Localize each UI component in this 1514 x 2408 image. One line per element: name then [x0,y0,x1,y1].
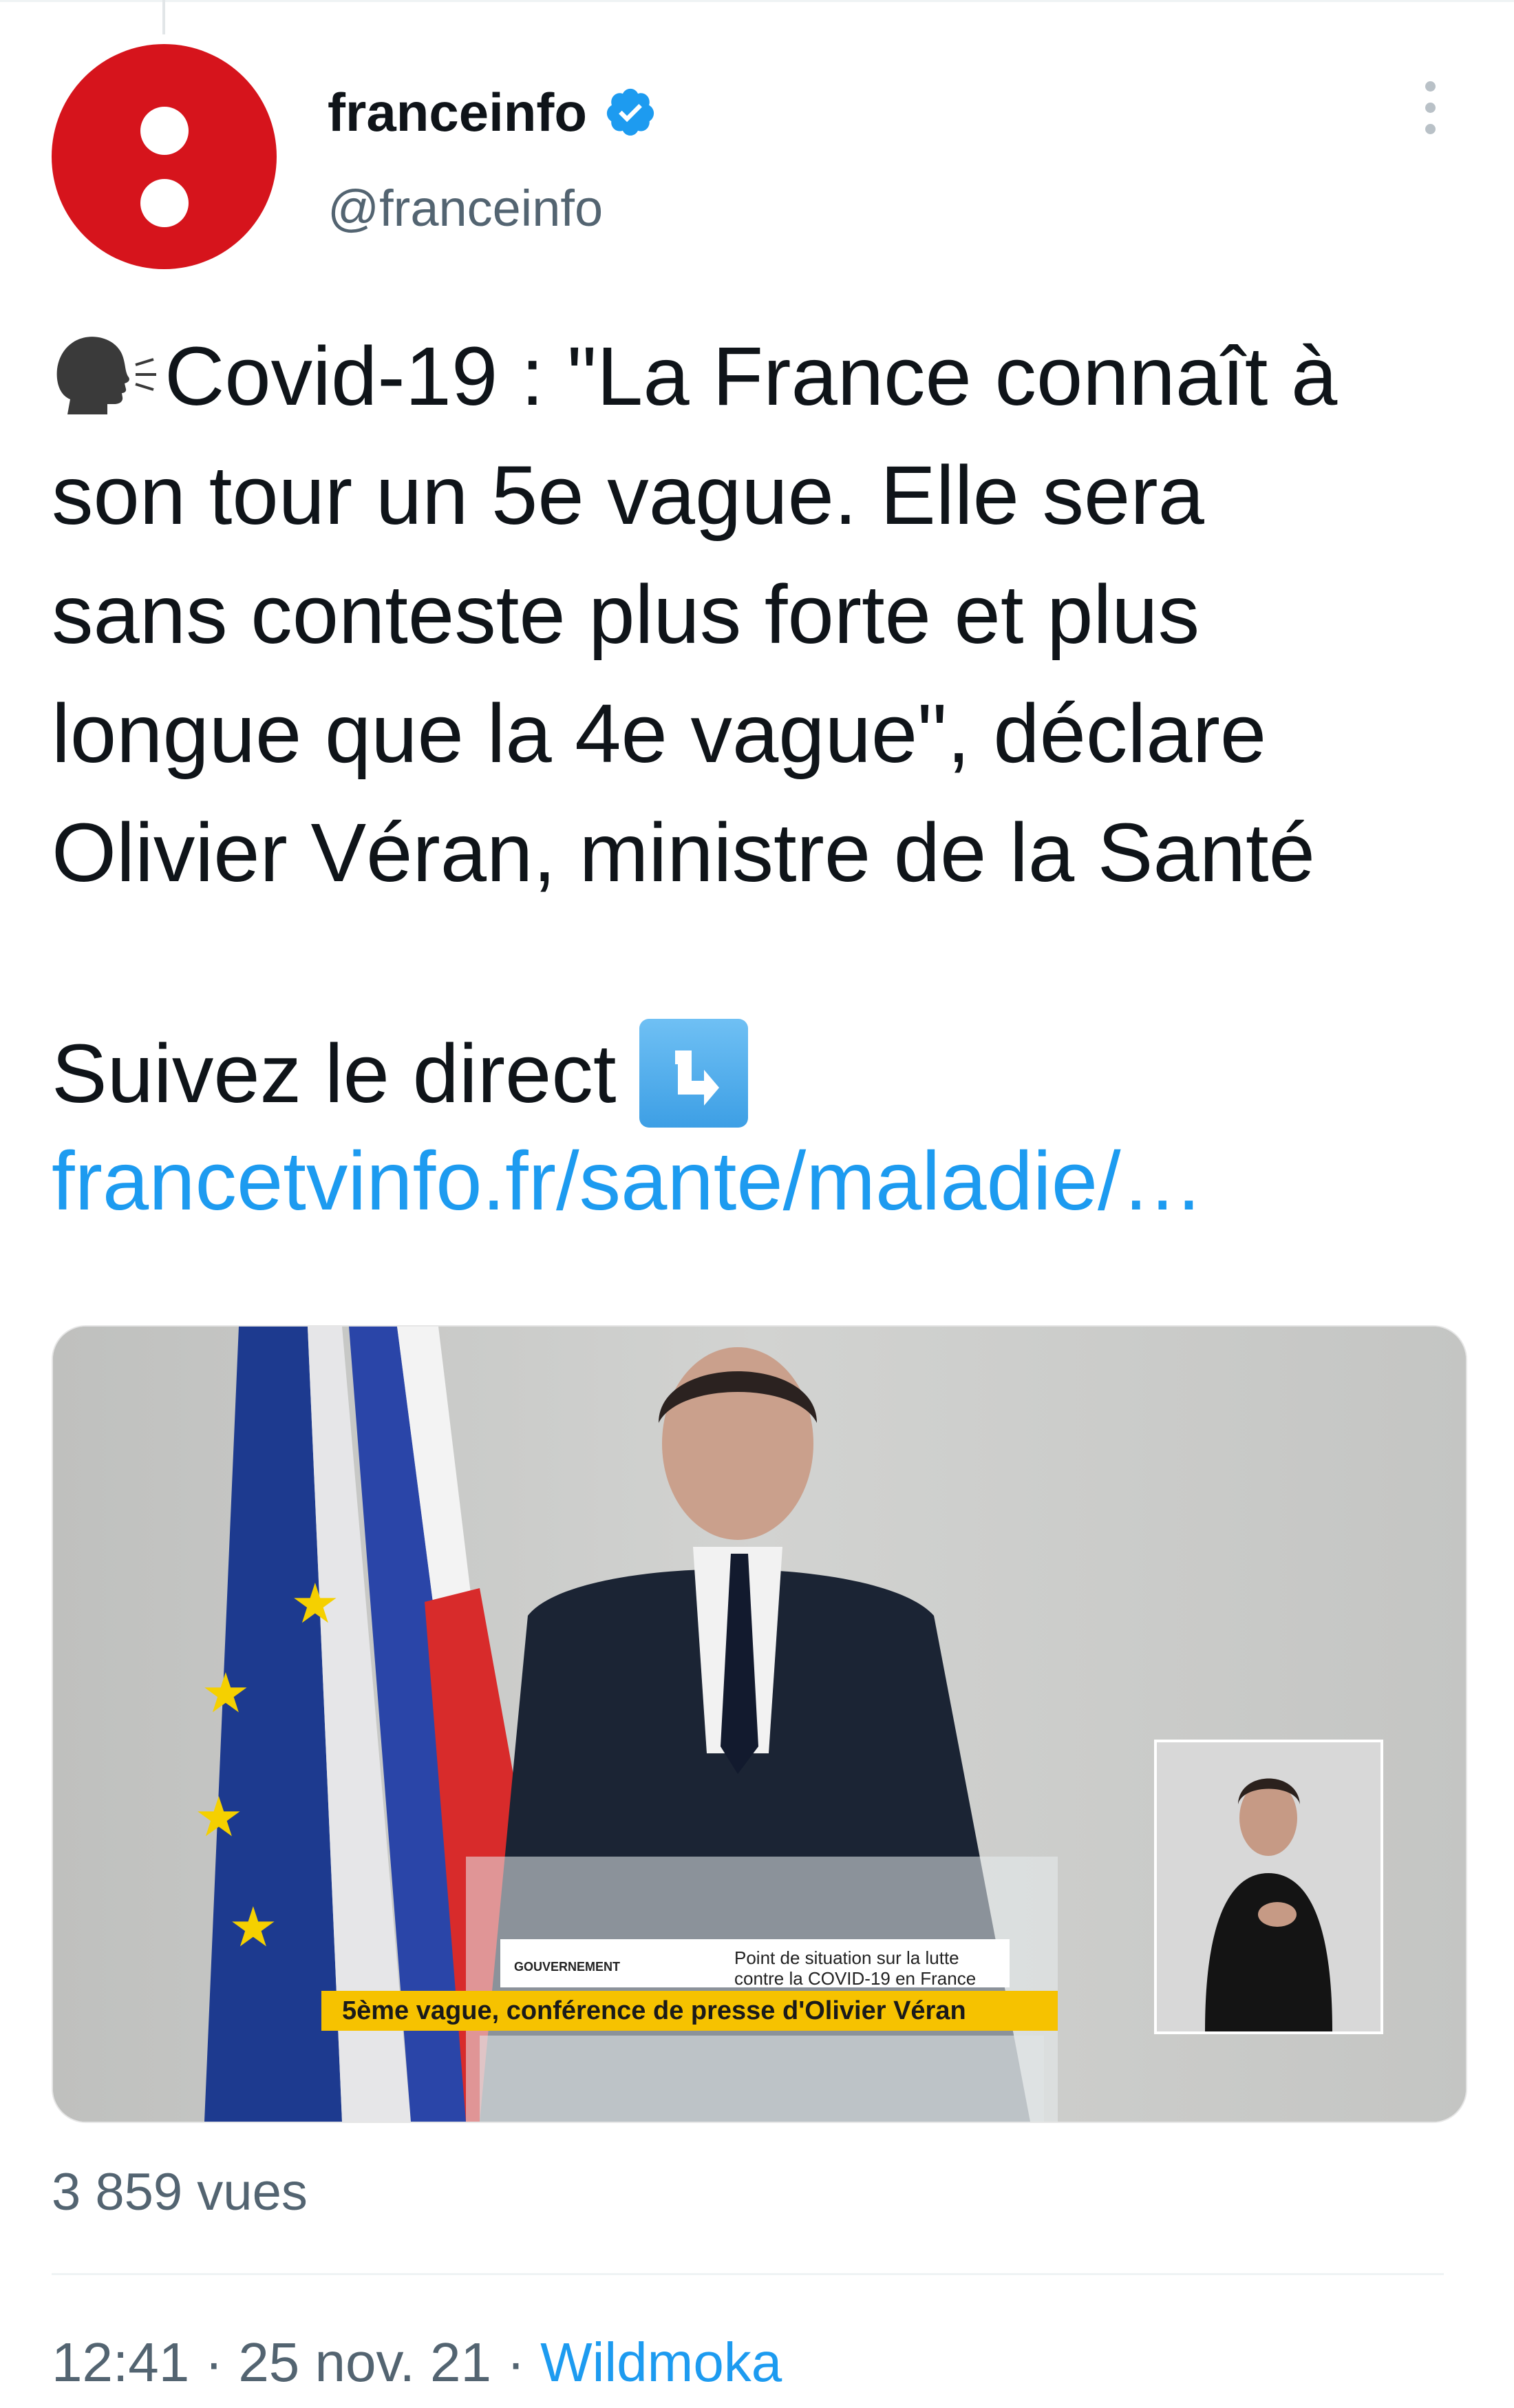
author-name-text[interactable]: franceinfo [328,81,587,143]
tweet-time[interactable]: 12:41 [52,2332,189,2393]
stats-divider [52,2273,1444,2275]
tweet-meta: 12:41 · 25 nov. 21 · Wildmoka [52,2328,782,2397]
avatar-dot-top [140,107,189,155]
author-name[interactable]: franceinfo [328,81,657,143]
tweet-body: Covid-19 : "La France connaît à son tour… [52,329,1338,899]
svg-text:★: ★ [228,1895,278,1959]
verified-badge-icon [606,88,654,136]
article-link[interactable]: francetvinfo.fr/sante/maladie/… [52,1129,1204,1232]
view-count: 3 859 vues [52,2163,308,2221]
speaking-head-icon [56,337,156,414]
avatar[interactable] [52,44,277,269]
government-label: GOUVERNEMENT [514,1960,621,1974]
video-thumbnail[interactable]: ★ ★ ★ ★ GOUVERNEMENT Point de situation … [52,1325,1467,2123]
avatar-dot-bottom [140,179,189,227]
sign-language-interpreter-inset [1154,1740,1383,2034]
tweet-text: Covid-19 : "La France connaît à son tour… [52,317,1483,912]
svg-text:★: ★ [194,1785,244,1849]
thread-line [162,0,165,34]
podium-sign: GOUVERNEMENT Point de situation sur la l… [500,1939,1010,1989]
tweet-source[interactable]: Wildmoka [540,2332,782,2393]
follow-line: Suivez le direct [52,1019,749,1128]
video-caption: 5ème vague, conférence de presse d'Olivi… [321,1991,1058,2031]
svg-text:★: ★ [290,1572,340,1636]
podium-sign-text: Point de situation sur la lutte contre l… [734,1947,977,1989]
more-options-icon[interactable] [1416,81,1444,143]
meta-separator: · [204,2332,224,2393]
follow-text: Suivez le direct [52,1026,617,1120]
author-handle[interactable]: @franceinfo [328,178,603,240]
tweet-date[interactable]: 25 nov. 21 [238,2332,491,2393]
svg-text:★: ★ [201,1661,250,1725]
top-divider [0,0,1514,2]
down-right-arrow-icon [639,1019,749,1128]
meta-separator: · [507,2332,525,2393]
